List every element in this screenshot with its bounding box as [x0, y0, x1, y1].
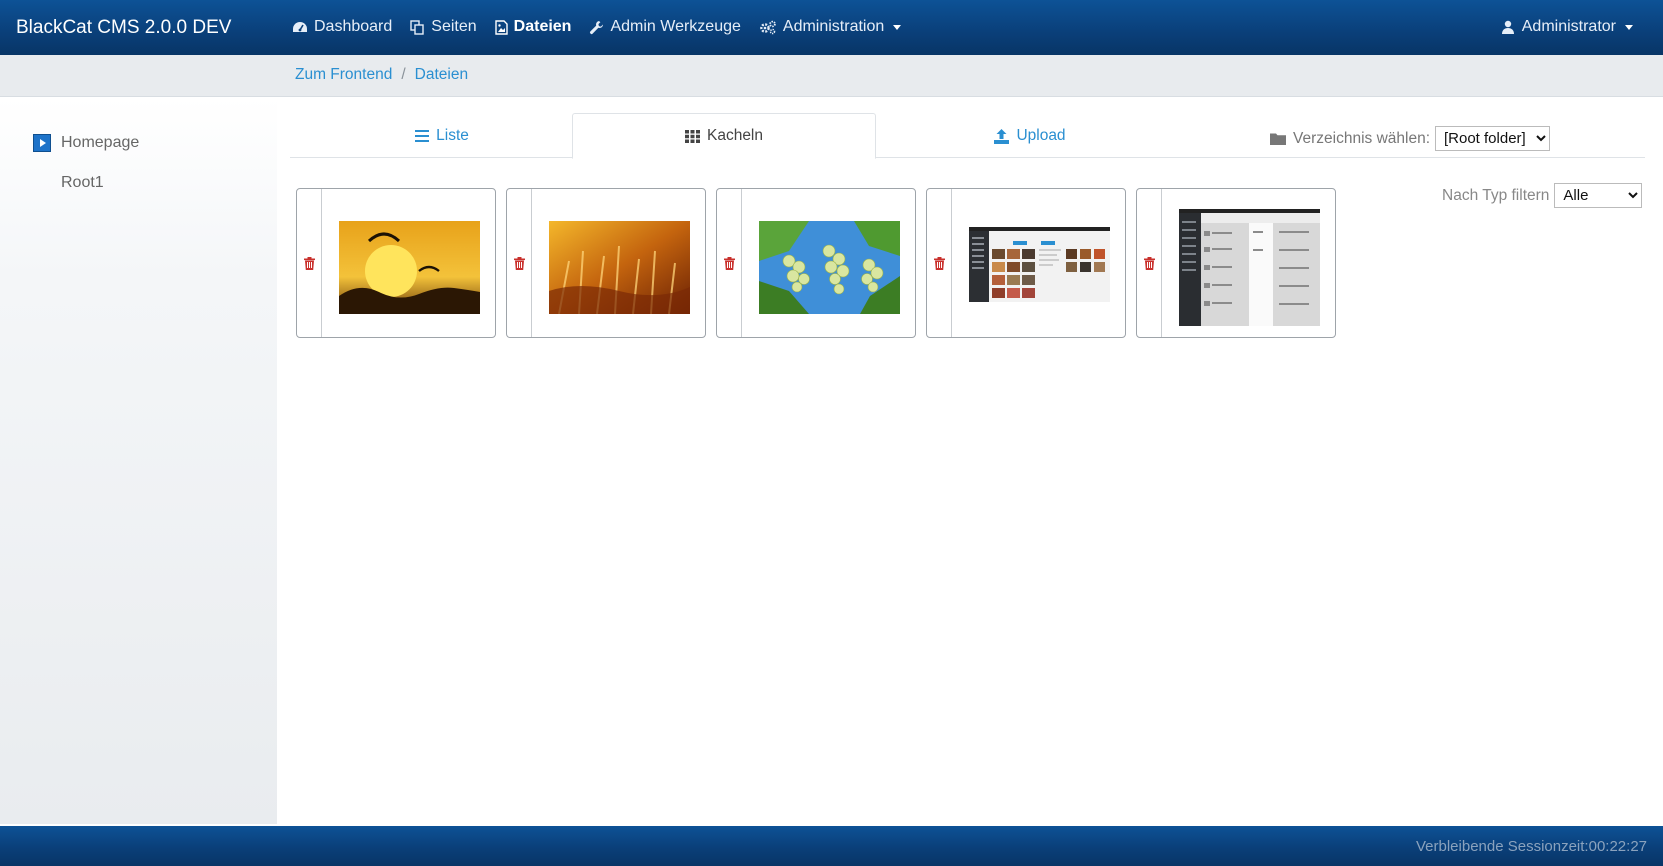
tree-item-label: Root1 — [61, 174, 104, 191]
tree-item-root1[interactable]: Root1 — [61, 174, 104, 192]
copy-icon — [410, 19, 424, 35]
breadcrumb-link-dateien[interactable]: Dateien — [415, 66, 468, 84]
top-navbar: BlackCat CMS 2.0.0 DEV Dashboard Seiten … — [0, 0, 1663, 55]
breadcrumb-bar: Zum Frontend / Dateien — [0, 55, 1663, 97]
nav-label: Seiten — [431, 18, 477, 35]
breadcrumb-separator: / — [401, 66, 406, 83]
expand-arrow-icon[interactable] — [33, 134, 51, 152]
trash-icon — [1143, 256, 1155, 270]
nav-item-admin-werkzeuge[interactable]: Admin Werkzeuge — [589, 18, 741, 36]
file-thumbnail[interactable] — [759, 221, 900, 314]
breadcrumb: Zum Frontend / Dateien — [295, 66, 468, 84]
file-image-icon — [494, 19, 508, 35]
directory-chooser: Verzeichnis wählen: [Root folder] — [1270, 126, 1550, 151]
trash-icon — [933, 256, 945, 270]
trash-icon — [303, 256, 315, 270]
brand-title[interactable]: BlackCat CMS 2.0.0 DEV — [16, 17, 231, 39]
nav-label: Administration — [782, 18, 885, 35]
file-tile[interactable] — [296, 188, 496, 338]
tab-label: Upload — [1016, 127, 1066, 144]
delete-button[interactable] — [1137, 189, 1162, 337]
tree-item-homepage[interactable]: Homepage — [33, 134, 139, 152]
folder-tree-sidebar: Homepage Root1 — [0, 97, 277, 824]
list-icon — [415, 130, 430, 142]
footer-bar: Verbleibende Sessionzeit:00:22:27 — [0, 826, 1663, 866]
session-label: Verbleibende Sessionzeit: — [1415, 838, 1589, 855]
user-menu[interactable]: Administrator — [1501, 18, 1633, 36]
user-name: Administrator — [1521, 18, 1616, 35]
nav-item-dateien[interactable]: Dateien — [494, 18, 572, 36]
file-thumbnail[interactable] — [1179, 209, 1320, 326]
type-filter: Nach Typ filtern Alle — [1442, 183, 1643, 208]
directory-label: Verzeichnis wählen: — [1293, 129, 1430, 147]
tree-item-label: Homepage — [61, 134, 140, 151]
file-tile[interactable] — [506, 188, 706, 338]
nav-label: Admin Werkzeuge — [610, 18, 741, 35]
nav-label: Dashboard — [314, 18, 393, 35]
session-timer: Verbleibende Sessionzeit:00:22:27 — [1416, 838, 1647, 855]
folder-icon — [1270, 133, 1286, 145]
tab-liste[interactable]: Liste — [290, 113, 594, 159]
file-thumbnail[interactable] — [969, 227, 1110, 302]
nav-item-seiten[interactable]: Seiten — [410, 18, 477, 36]
caret-down-icon — [1625, 24, 1633, 30]
nav-label: Dateien — [513, 18, 572, 35]
file-tile[interactable] — [926, 188, 1126, 338]
tab-label: Liste — [436, 127, 469, 144]
directory-select[interactable]: [Root folder] — [1435, 126, 1550, 151]
upload-icon — [994, 128, 1010, 144]
wrench-icon — [590, 20, 604, 34]
tab-kacheln[interactable]: Kacheln — [572, 113, 876, 159]
session-time: 00:22:27 — [1588, 838, 1647, 855]
delete-button[interactable] — [507, 189, 532, 337]
trash-icon — [513, 256, 525, 270]
tab-label: Kacheln — [706, 127, 763, 144]
nav-item-administration[interactable]: Administration — [759, 18, 902, 36]
cogs-icon — [760, 20, 776, 34]
delete-button[interactable] — [297, 189, 322, 337]
dashboard-icon — [293, 22, 307, 32]
nav-item-dashboard[interactable]: Dashboard — [292, 18, 392, 36]
tab-upload[interactable]: Upload — [878, 113, 1182, 159]
delete-button[interactable] — [717, 189, 742, 337]
type-filter-select[interactable]: Alle — [1554, 183, 1643, 208]
th-icon — [684, 129, 700, 143]
file-tile[interactable] — [1136, 188, 1336, 338]
file-thumbnail[interactable] — [339, 221, 480, 314]
file-thumbnail[interactable] — [549, 221, 690, 314]
breadcrumb-link-frontend[interactable]: Zum Frontend — [295, 66, 392, 84]
type-filter-label: Nach Typ filtern — [1442, 186, 1550, 204]
main-nav: Dashboard Seiten Dateien Admin Werkzeuge… — [292, 18, 919, 36]
file-tile[interactable] — [716, 188, 916, 338]
caret-down-icon — [893, 24, 902, 30]
trash-icon — [723, 256, 735, 270]
delete-button[interactable] — [927, 189, 952, 337]
user-icon — [1501, 20, 1514, 34]
